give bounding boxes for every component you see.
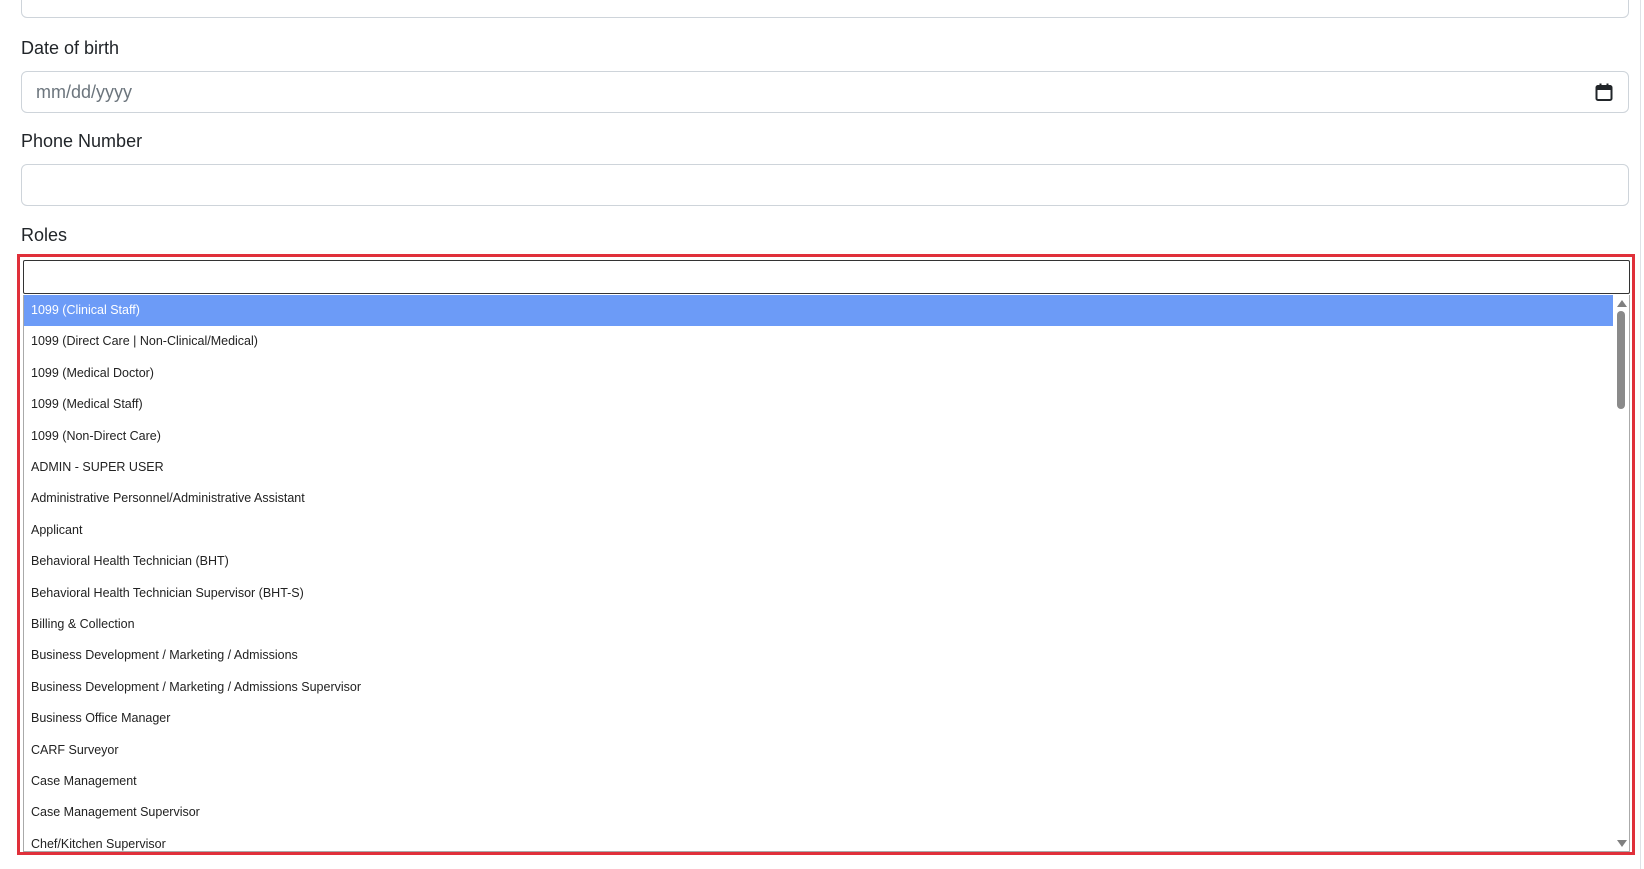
scroll-up-arrow-icon[interactable] bbox=[1617, 300, 1627, 307]
role-option[interactable]: 1099 (Non-Direct Care) bbox=[24, 421, 1615, 452]
page-border bbox=[1640, 0, 1641, 869]
role-option[interactable]: Case Management bbox=[24, 766, 1615, 797]
role-option[interactable]: Behavioral Health Technician (BHT) bbox=[24, 546, 1615, 577]
role-option[interactable]: Billing & Collection bbox=[24, 609, 1615, 640]
role-option[interactable]: ADMIN - SUPER USER bbox=[24, 452, 1615, 483]
scroll-thumb[interactable] bbox=[1617, 311, 1625, 409]
phone-number-label: Phone Number bbox=[21, 131, 143, 151]
user-form-page: Date of birth mm/dd/yyyy Phone Number Ro… bbox=[0, 0, 1644, 869]
phone-number-input[interactable] bbox=[21, 164, 1629, 206]
role-option[interactable]: 1099 (Medical Staff) bbox=[24, 389, 1615, 420]
role-option[interactable]: 1099 (Medical Doctor) bbox=[24, 358, 1615, 389]
roles-options-list[interactable]: 1099 (Clinical Staff) 1099 (Direct Care |… bbox=[23, 295, 1630, 852]
role-option[interactable]: Case Management Supervisor bbox=[24, 797, 1615, 828]
date-of-birth-label: Date of birth bbox=[21, 38, 120, 58]
previous-field-input[interactable] bbox=[21, 0, 1629, 18]
role-option[interactable]: Behavioral Health Technician Supervisor … bbox=[24, 578, 1615, 609]
calendar-icon[interactable] bbox=[1595, 83, 1613, 102]
role-option[interactable]: Chef/Kitchen Supervisor bbox=[24, 829, 1615, 851]
roles-scrollbar[interactable] bbox=[1613, 295, 1629, 851]
role-option[interactable]: CARF Surveyor bbox=[24, 735, 1615, 766]
date-of-birth-input[interactable]: mm/dd/yyyy bbox=[21, 71, 1629, 113]
scroll-down-arrow-icon[interactable] bbox=[1617, 840, 1627, 847]
roles-dropdown: 1099 (Clinical Staff) 1099 (Direct Care |… bbox=[17, 254, 1635, 855]
date-of-birth-placeholder: mm/dd/yyyy bbox=[36, 82, 133, 102]
role-option[interactable]: 1099 (Clinical Staff) bbox=[24, 295, 1615, 326]
role-option[interactable]: Administrative Personnel/Administrative … bbox=[24, 483, 1615, 514]
role-option[interactable]: Business Development / Marketing / Admis… bbox=[24, 640, 1615, 671]
role-option[interactable]: 1099 (Direct Care | Non-Clinical/Medical… bbox=[24, 326, 1615, 357]
role-option[interactable]: Business Office Manager bbox=[24, 703, 1615, 734]
roles-search-input[interactable] bbox=[23, 260, 1630, 294]
roles-label: Roles bbox=[21, 225, 68, 245]
role-option[interactable]: Business Development / Marketing / Admis… bbox=[24, 672, 1615, 703]
role-option[interactable]: Applicant bbox=[24, 515, 1615, 546]
